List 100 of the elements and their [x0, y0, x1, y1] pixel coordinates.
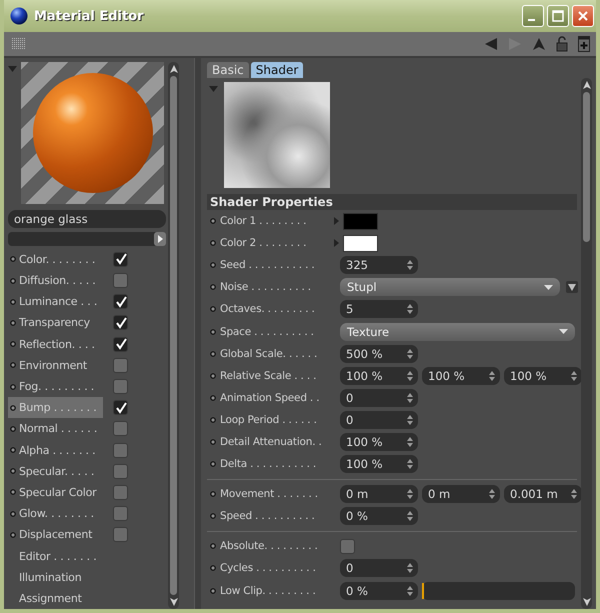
- number-field[interactable]: 5: [340, 300, 418, 318]
- tab[interactable]: Shader: [250, 62, 304, 78]
- number-field[interactable]: 0 m: [422, 485, 500, 504]
- channel-label: Fog. . . . . . . . .: [19, 380, 96, 394]
- up-arrow-icon[interactable]: [532, 37, 546, 51]
- spinner-arrows-icon[interactable]: [489, 489, 495, 500]
- checkbox[interactable]: [113, 252, 128, 267]
- spinner-arrows-icon[interactable]: [407, 392, 413, 403]
- dot-icon: [10, 426, 16, 432]
- channel-item[interactable]: Color. . . . . . . .: [8, 248, 166, 270]
- close-button[interactable]: [572, 5, 594, 27]
- channel-item[interactable]: Assignment: [8, 588, 166, 609]
- number-field[interactable]: 100 %: [340, 432, 418, 451]
- number-field[interactable]: 0: [340, 559, 418, 578]
- grip-icon[interactable]: [12, 38, 26, 50]
- channel-item[interactable]: Specular. . . . .: [8, 460, 166, 482]
- slider-track[interactable]: [422, 582, 575, 600]
- channel-item[interactable]: Transparency: [8, 312, 166, 334]
- dot-icon: [10, 468, 16, 474]
- channel-item[interactable]: Luminance . . .: [8, 291, 166, 312]
- dot-icon: [210, 372, 216, 379]
- channel-item[interactable]: Alpha . . . . . . .: [8, 440, 166, 461]
- tab[interactable]: Basic: [207, 62, 249, 78]
- channel-item[interactable]: Specular Color: [8, 482, 166, 504]
- spinner-arrows-icon[interactable]: [407, 414, 413, 425]
- channel-item[interactable]: Diffusion. . . . .: [8, 270, 166, 292]
- maximize-button[interactable]: [547, 5, 569, 27]
- number-field[interactable]: 100 %: [340, 366, 418, 385]
- checkbox[interactable]: [113, 464, 128, 479]
- channel-label: Glow. . . . . . . .: [19, 507, 95, 520]
- back-arrow-icon[interactable]: [484, 37, 498, 51]
- checkbox[interactable]: [113, 294, 128, 310]
- spinner-arrows-icon[interactable]: [407, 348, 413, 359]
- scrollbar[interactable]: [581, 78, 592, 609]
- channel-item[interactable]: Illumination: [8, 566, 166, 588]
- spinner-arrows-icon[interactable]: [571, 370, 577, 381]
- checkbox[interactable]: [113, 442, 128, 458]
- spinner-arrows-icon[interactable]: [407, 489, 413, 500]
- spinner-arrows-icon[interactable]: [571, 489, 577, 500]
- dot-icon: [210, 513, 216, 520]
- checkbox[interactable]: [113, 484, 128, 500]
- checkbox[interactable]: [113, 273, 128, 288]
- scroll-up-arrow-icon[interactable]: [582, 81, 590, 89]
- dot-icon: [210, 240, 216, 246]
- checkbox[interactable]: [113, 315, 128, 330]
- scroll-down-arrow-icon[interactable]: [582, 598, 590, 606]
- checkbox[interactable]: [113, 527, 128, 542]
- number-field[interactable]: 0 %: [340, 507, 418, 526]
- scroll-thumb[interactable]: [583, 92, 590, 242]
- padlock-icon[interactable]: [556, 36, 568, 52]
- number-field[interactable]: 0 m: [340, 485, 418, 504]
- dropdown-arrow-button[interactable]: [154, 232, 166, 246]
- checkbox[interactable]: [113, 379, 128, 394]
- spinner-arrows-icon[interactable]: [407, 563, 413, 574]
- number-field[interactable]: 100 %: [422, 366, 500, 385]
- scroll-up-arrow-icon[interactable]: [170, 65, 178, 73]
- spinner-arrows-icon[interactable]: [407, 511, 413, 522]
- color-swatch[interactable]: [343, 234, 378, 252]
- scroll-down-arrow-icon[interactable]: [170, 598, 178, 606]
- spinner-arrows-icon[interactable]: [489, 370, 495, 381]
- number-field[interactable]: 0: [340, 410, 418, 429]
- channel-item[interactable]: Fog. . . . . . . . .: [8, 376, 166, 398]
- spinner-arrows-icon[interactable]: [407, 370, 413, 381]
- section-header: Shader Properties: [207, 194, 577, 210]
- number-field[interactable]: 100 %: [504, 366, 582, 385]
- spinner-arrows-icon[interactable]: [407, 260, 413, 270]
- menu-triangle-icon[interactable]: [566, 281, 578, 294]
- checkbox[interactable]: [113, 506, 128, 522]
- spinner-arrows-icon[interactable]: [407, 436, 413, 447]
- scroll-thumb[interactable]: [170, 76, 177, 595]
- channel-label: Normal . . . . . .: [19, 422, 98, 436]
- channel-item[interactable]: Editor . . . . . . .: [8, 545, 166, 567]
- new-window-icon[interactable]: [578, 36, 590, 52]
- color-swatch[interactable]: [343, 212, 378, 230]
- slider-handle[interactable]: [422, 582, 424, 599]
- number-field[interactable]: 325: [340, 256, 418, 274]
- dot-icon: [10, 489, 16, 496]
- minimize-button[interactable]: [522, 5, 544, 27]
- checkbox[interactable]: [113, 336, 128, 352]
- number-field[interactable]: 0 %: [340, 582, 418, 600]
- checkbox[interactable]: [113, 400, 128, 416]
- dropdown[interactable]: Texture: [340, 322, 575, 341]
- material-name-field[interactable]: orange glass: [8, 210, 166, 228]
- checkbox[interactable]: [113, 421, 128, 436]
- channel-item[interactable]: Glow. . . . . . . .: [8, 503, 166, 524]
- dropdown[interactable]: Stupl: [340, 278, 560, 296]
- channel-item[interactable]: Displacement: [8, 524, 166, 546]
- number-field[interactable]: 0.001 m: [504, 485, 582, 504]
- spinner-arrows-icon[interactable]: [407, 304, 413, 314]
- number-field[interactable]: 100 %: [340, 455, 418, 474]
- checkbox[interactable]: [113, 358, 128, 373]
- number-field[interactable]: 500 %: [340, 344, 418, 363]
- spinner-arrows-icon[interactable]: [407, 586, 413, 596]
- channel-item[interactable]: Normal . . . . . .: [8, 418, 166, 440]
- channel-item[interactable]: Environment: [8, 354, 166, 376]
- number-field[interactable]: 0: [340, 388, 418, 407]
- checkbox[interactable]: [340, 538, 355, 554]
- scrollbar[interactable]: [168, 62, 179, 609]
- spinner-arrows-icon[interactable]: [407, 459, 413, 470]
- channel-item[interactable]: Reflection. . . .: [8, 334, 166, 355]
